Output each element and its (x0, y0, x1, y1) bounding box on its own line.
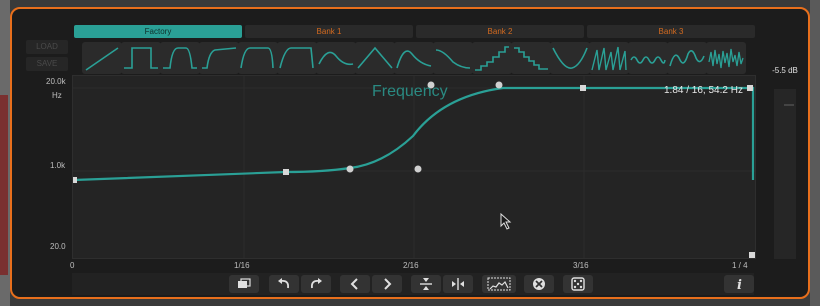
level-meter-mark (784, 104, 794, 106)
redo-icon (310, 278, 322, 289)
curve-point[interactable] (71, 177, 77, 183)
plateau-icon (240, 47, 274, 69)
svg-text:i: i (737, 278, 742, 293)
square-wave-icon (124, 47, 158, 69)
x-tick-1-16: 1/16 (234, 261, 250, 270)
copy-window-icon (238, 278, 251, 288)
multi-bump-icon (669, 50, 705, 67)
next-button[interactable] (372, 275, 402, 293)
redo-button[interactable] (301, 275, 331, 293)
info-icon: i (737, 278, 742, 293)
preset-steps-up[interactable] (472, 42, 512, 74)
triangle-icon (357, 46, 393, 69)
wobble-icon (630, 56, 666, 64)
background-track-clip (0, 95, 8, 275)
x-tick-1-4: 1 / 4 (732, 261, 748, 270)
curve-handle[interactable] (346, 165, 354, 173)
preset-saw-burst[interactable] (589, 42, 629, 74)
preset-rise[interactable] (199, 42, 239, 74)
v-curve-icon (552, 47, 588, 69)
random-dice-icon (571, 277, 585, 291)
saw-burst-icon (591, 46, 627, 71)
y-tick-bottom: 20.0 (50, 242, 66, 251)
undo-icon (278, 278, 290, 289)
cursor-readout: 1.84 / 16, 54.2 Hz (664, 85, 743, 96)
preset-triangle[interactable] (355, 42, 395, 74)
trapezoid-icon (279, 47, 314, 69)
shape-preset-bar (82, 42, 752, 74)
curve-point[interactable] (749, 252, 755, 258)
randomize-button[interactable] (563, 275, 593, 293)
y-unit-label: Hz (52, 91, 62, 100)
soft-step-icon (163, 47, 197, 69)
preset-decay[interactable] (433, 42, 473, 74)
clear-icon (533, 278, 545, 290)
tab-bank-1[interactable]: Bank 1 (245, 25, 413, 38)
modulation-editor-panel: LOAD SAVE Factory Bank 1 Bank 2 Bank 3 2… (10, 7, 810, 299)
preset-trapezoid[interactable] (277, 42, 317, 74)
background-track-strip-right (810, 0, 820, 306)
steps-down-icon (514, 47, 548, 70)
tab-factory[interactable]: Factory (74, 25, 242, 38)
tab-bank-2[interactable]: Bank 2 (416, 25, 584, 38)
expand-horizontal-button[interactable] (443, 275, 473, 293)
clear-button[interactable] (524, 275, 554, 293)
preset-multi-bump[interactable] (667, 42, 707, 74)
x-tick-3-16: 3/16 (573, 261, 589, 270)
bump-icon (396, 50, 432, 69)
spectrum-icon (487, 277, 511, 291)
curve-point[interactable] (747, 85, 753, 91)
x-tick-0: 0 (70, 261, 75, 270)
rise-icon (202, 47, 237, 69)
info-button[interactable]: i (724, 275, 754, 293)
expand-horizontal-icon (452, 278, 464, 290)
load-button[interactable]: LOAD (26, 40, 68, 54)
compress-vertical-button[interactable] (411, 275, 441, 293)
preset-noise[interactable] (706, 42, 746, 74)
save-button[interactable]: SAVE (26, 57, 68, 71)
compress-vertical-icon (420, 278, 432, 290)
y-tick-mid: 1.0k (50, 161, 66, 170)
background-track-strip (0, 0, 10, 306)
ramp-up-icon (85, 47, 119, 71)
preset-bump[interactable] (394, 42, 434, 74)
curve-point[interactable] (580, 85, 586, 91)
preset-steps-down[interactable] (511, 42, 551, 74)
x-tick-2-16: 2/16 (403, 261, 419, 270)
preset-soft-step[interactable] (160, 42, 200, 74)
preset-wobble[interactable] (628, 42, 668, 74)
curve-point[interactable] (283, 169, 289, 175)
preset-ramp-up[interactable] (82, 42, 122, 74)
previous-button[interactable] (340, 275, 370, 293)
noise-icon (708, 48, 744, 69)
mouse-pointer-icon (500, 213, 512, 230)
preset-square[interactable] (121, 42, 161, 74)
sine-icon (318, 51, 354, 66)
preset-sine[interactable] (316, 42, 356, 74)
steps-up-icon (475, 46, 509, 71)
y-tick-top: 20.0k (46, 77, 66, 86)
level-readout: -5.5 dB (772, 66, 798, 75)
spectrum-button[interactable] (482, 275, 516, 293)
level-meter (774, 89, 796, 259)
copy-window-button[interactable] (229, 275, 259, 293)
graph-title: Frequency (372, 83, 448, 100)
decay-icon (435, 49, 471, 69)
preset-v-curve[interactable] (550, 42, 590, 74)
tab-bank-3[interactable]: Bank 3 (587, 25, 755, 38)
curve-handle[interactable] (414, 165, 422, 173)
next-icon (384, 278, 392, 290)
curve-canvas[interactable] (71, 76, 755, 258)
prev-icon (350, 278, 358, 290)
curve-handle[interactable] (495, 81, 503, 89)
preset-plateau[interactable] (238, 42, 278, 74)
modulation-curve-graph[interactable] (71, 75, 756, 259)
undo-button[interactable] (269, 275, 299, 293)
